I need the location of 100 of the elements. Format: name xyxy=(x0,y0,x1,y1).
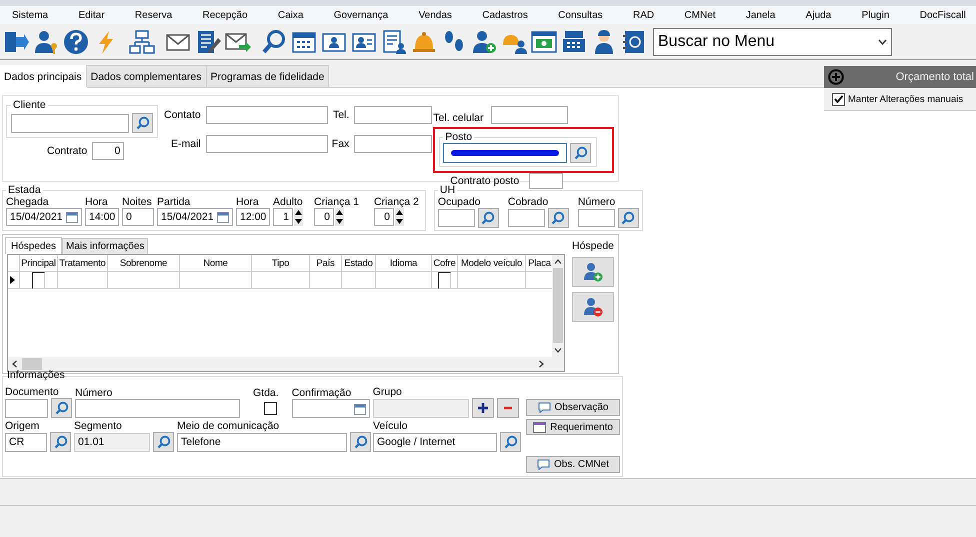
add-guest-button[interactable] xyxy=(572,257,614,287)
date-field[interactable]: 15/04/2021 xyxy=(157,208,233,226)
checkbox[interactable] xyxy=(264,402,277,415)
field-label: Noites xyxy=(122,196,153,208)
help-icon[interactable] xyxy=(62,28,90,56)
search-button[interactable] xyxy=(618,208,639,228)
text-field[interactable]: 0 xyxy=(122,208,154,226)
date-field[interactable] xyxy=(292,399,370,418)
text-field[interactable]: 0 xyxy=(92,142,124,160)
text-field[interactable] xyxy=(206,135,328,153)
search-icon xyxy=(574,146,588,160)
search-icon[interactable] xyxy=(260,28,288,56)
menu-item[interactable]: RAD xyxy=(630,10,656,20)
chevron-left-icon[interactable] xyxy=(12,360,17,368)
text-field[interactable] xyxy=(443,143,568,163)
remove-guest-button[interactable] xyxy=(572,292,614,322)
search-button[interactable] xyxy=(500,432,521,452)
column-header[interactable]: Tipo xyxy=(252,255,310,272)
menu-item[interactable]: Consultas xyxy=(556,10,605,20)
menu-item[interactable]: Reserva xyxy=(132,10,174,20)
field-label: Gtda. xyxy=(253,387,279,399)
menu-search-dropdown[interactable]: Buscar no Menu xyxy=(653,28,892,56)
column-header[interactable]: País xyxy=(310,255,342,272)
menu-item[interactable]: CMNet xyxy=(682,10,718,20)
text-field[interactable]: Google / Internet xyxy=(373,432,497,452)
tab[interactable]: Hóspedes xyxy=(5,237,62,254)
menu-item[interactable]: Ajuda xyxy=(804,10,834,20)
search-button[interactable] xyxy=(153,432,174,452)
date-field[interactable]: 15/04/2021 xyxy=(6,208,82,226)
number-field[interactable]: 0 xyxy=(314,208,334,226)
text-field[interactable] xyxy=(490,106,568,124)
chevron-down-icon[interactable] xyxy=(554,348,562,353)
remove-button[interactable] xyxy=(496,398,519,418)
tab[interactable]: Mais informações xyxy=(62,238,148,254)
column-header[interactable]: Nome xyxy=(180,255,252,272)
text-field[interactable] xyxy=(5,398,48,418)
checkbox[interactable] xyxy=(832,92,845,106)
search-icon xyxy=(504,435,518,449)
text-field[interactable] xyxy=(529,173,564,189)
text-field[interactable] xyxy=(438,209,475,227)
column-header[interactable]: Idioma xyxy=(376,255,432,272)
field-label: Segmento xyxy=(74,420,123,432)
menu-item[interactable]: Janela xyxy=(744,10,778,20)
group-title: Estada xyxy=(7,185,42,196)
text-field[interactable] xyxy=(354,135,432,153)
search-icon xyxy=(136,116,150,130)
text-field[interactable]: 14:00 xyxy=(85,208,119,226)
flowchart-icon[interactable] xyxy=(128,28,156,56)
search-button[interactable] xyxy=(548,208,569,228)
chevron-right-icon[interactable] xyxy=(539,360,544,368)
scrollbar-thumb[interactable] xyxy=(22,358,42,370)
action-button[interactable]: Obs. CMNet xyxy=(526,456,620,474)
vertical-scrollbar[interactable] xyxy=(552,255,564,357)
search-button[interactable] xyxy=(132,113,153,133)
text-field[interactable]: 12:00 xyxy=(236,208,270,226)
search-icon xyxy=(54,435,68,449)
add-button[interactable] xyxy=(472,398,494,418)
number-field[interactable]: 0 xyxy=(374,208,394,226)
menu-item[interactable]: Caixa xyxy=(276,10,306,20)
checkbox[interactable] xyxy=(32,272,45,288)
text-field[interactable] xyxy=(75,399,240,418)
text-field[interactable] xyxy=(206,106,328,124)
menu-item[interactable]: Governança xyxy=(332,10,390,20)
menu-item[interactable]: DocFiscall xyxy=(918,10,968,20)
search-button[interactable] xyxy=(51,398,72,418)
column-header[interactable]: Modelo veículo xyxy=(458,255,526,272)
checkbox[interactable] xyxy=(438,272,451,288)
column-header[interactable]: Sobrenome xyxy=(108,255,180,272)
chevron-up-icon[interactable] xyxy=(554,259,562,264)
text-field[interactable] xyxy=(508,209,545,227)
menu-item[interactable]: Cadastros xyxy=(480,10,530,20)
text-field[interactable]: CR xyxy=(5,432,47,452)
action-button[interactable]: Observação xyxy=(526,399,620,416)
section-label: Hóspede xyxy=(572,240,614,252)
menu-item[interactable]: Sistema xyxy=(10,10,50,20)
search-button[interactable] xyxy=(570,143,592,163)
plus-circle-icon[interactable] xyxy=(828,69,844,85)
text-field[interactable]: Telefone xyxy=(177,432,347,452)
action-button[interactable]: Requerimento xyxy=(526,418,620,436)
text-field[interactable] xyxy=(11,114,129,132)
menu-item[interactable]: Vendas xyxy=(416,10,454,20)
number-field[interactable]: 1 xyxy=(273,208,293,226)
scrollbar-thumb[interactable] xyxy=(553,268,563,343)
calendar-icon xyxy=(66,211,78,223)
tab[interactable]: Programas de fidelidade xyxy=(206,65,330,87)
search-button[interactable] xyxy=(350,432,371,452)
menu-item[interactable]: Recepção xyxy=(200,10,250,20)
horizontal-scrollbar[interactable] xyxy=(8,357,564,371)
text-field[interactable] xyxy=(578,209,615,227)
column-header[interactable]: Estado xyxy=(342,255,376,272)
search-button[interactable] xyxy=(478,208,499,228)
tab[interactable]: Dados complementares xyxy=(86,65,207,87)
menu-item[interactable]: Editar xyxy=(76,10,107,20)
tab[interactable]: Dados principais xyxy=(0,65,87,88)
text-field[interactable] xyxy=(354,106,432,124)
column-header[interactable]: Tratamento xyxy=(58,255,108,272)
search-icon xyxy=(481,211,496,225)
field-label: Documento xyxy=(5,386,60,398)
menu-item[interactable]: Plugin xyxy=(860,10,892,20)
search-button[interactable] xyxy=(50,432,71,452)
